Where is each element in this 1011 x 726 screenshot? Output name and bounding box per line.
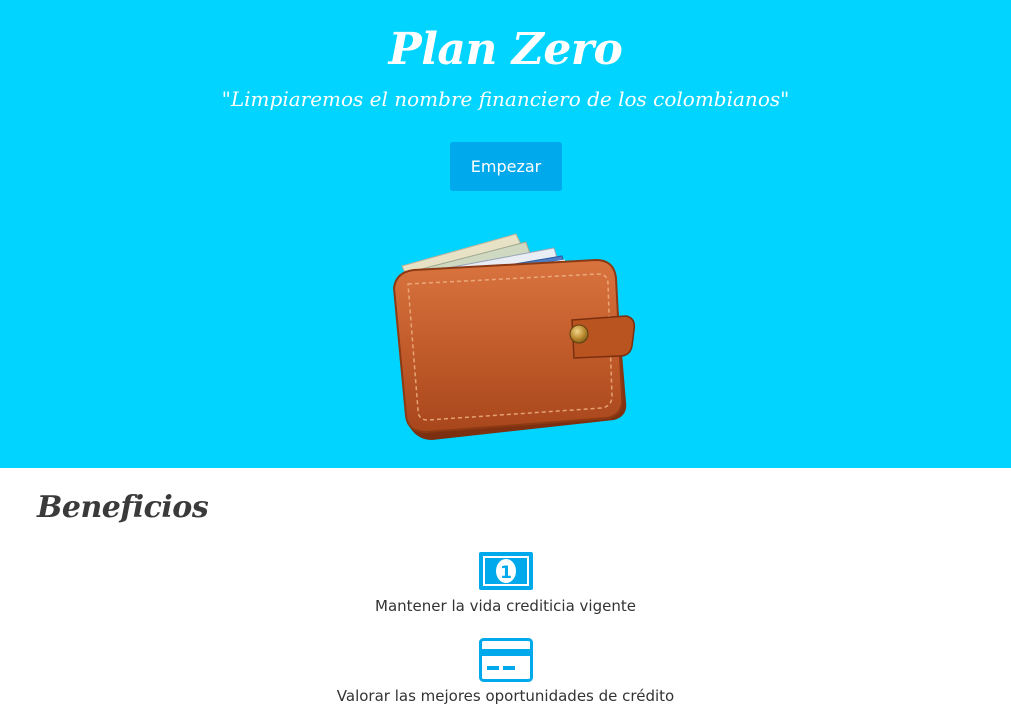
benefit-item: Valorar las mejores oportunidades de cré… <box>0 638 1011 706</box>
hero-subtitle: "Limpiaremos el nombre financiero de los… <box>221 87 790 111</box>
money-bill-icon: 1 <box>478 552 533 590</box>
hero-title: Plan Zero <box>388 24 623 75</box>
benefit-label: Valorar las mejores oportunidades de cré… <box>336 687 675 705</box>
wallet-illustration: VISA <box>392 233 636 440</box>
credit-card-icon <box>478 638 533 682</box>
benefits-title: Beneficios <box>37 490 209 525</box>
benefit-label: Mantener la vida crediticia vigente <box>375 597 636 615</box>
wallet-body <box>392 258 636 440</box>
benefit-item: 1 Mantener la vida crediticia vigente <box>0 552 1011 616</box>
svg-text:1: 1 <box>500 563 512 583</box>
hero-section: Plan Zero "Limpiaremos el nombre financi… <box>0 0 1011 468</box>
start-button[interactable]: Empezar <box>450 142 562 191</box>
